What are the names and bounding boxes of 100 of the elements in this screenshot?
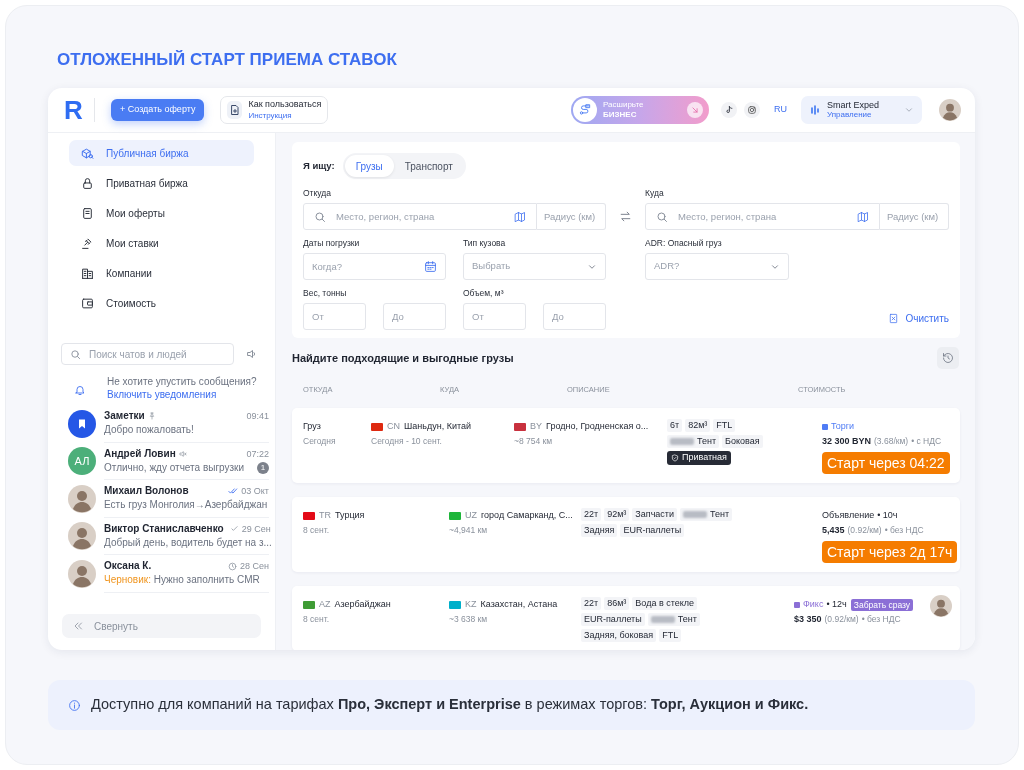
search-icon [70, 348, 81, 360]
spec-tag: Вода в стекле [632, 597, 697, 610]
gavel-icon [81, 236, 94, 250]
bell-icon [74, 384, 86, 396]
chat-item[interactable]: АЛ Андрей Ловин 07:22 Отлично, жду отчета выгрузки 1 [48, 442, 275, 480]
history-icon [942, 352, 954, 364]
date-input[interactable]: Когда? [312, 254, 424, 279]
language-link[interactable]: RU [774, 103, 787, 117]
chat-preview: Отлично, жду отчета выгрузки [104, 460, 246, 475]
avatar-icon [68, 484, 96, 513]
start-countdown: Старт через 04:22 [822, 452, 950, 474]
document-icon [228, 104, 241, 116]
chat-name: Оксана К. [104, 559, 152, 574]
trade-mode: Торги [831, 420, 855, 433]
clear-button[interactable]: Очистить [888, 311, 949, 326]
volume-to-input[interactable]: До [543, 303, 606, 330]
weight-to-input[interactable]: До [383, 303, 446, 330]
chat-search-field[interactable]: Поиск чатов и людей [61, 343, 234, 365]
chat-time: 03 Окт [241, 485, 269, 499]
chat-preview: Черновик: Нужно заполнить CMR [104, 573, 261, 588]
nav-item[interactable]: Мои ставки [69, 230, 254, 256]
mode-tab[interactable]: Транспорт [393, 155, 464, 177]
account-name: Smart Exped [827, 100, 881, 110]
create-offer-button[interactable]: + Создать оферту [111, 99, 205, 121]
weight-from-input[interactable]: От [303, 303, 366, 330]
nav-item[interactable]: Стоимость [69, 290, 254, 316]
bookmark-icon [76, 417, 88, 430]
country-code: AZ [319, 598, 331, 611]
cargo-label: Груз [303, 420, 322, 433]
enable-notifications-link[interactable]: Включить уведомления [107, 388, 257, 401]
cargo-card[interactable]: Груз Сегодня CN Шаньдун, Китай Сегодня - 10 сент. BY Гродно, Гродненская о... ~8 754 км 6т 82м³ FTL Тент Боковая Приватная Торги 32 300 BYN (3.68/км) • с НДС Старт через 04:22 [292, 408, 960, 483]
speaker-icon [246, 348, 258, 360]
location-field[interactable]: Место, регион, страна [645, 203, 880, 230]
chevron-down-icon [904, 105, 914, 115]
arrow-icon [690, 105, 700, 115]
country-code: BY [530, 420, 542, 433]
spec-tag: 22т [581, 597, 602, 610]
chat-search-input[interactable]: Поиск чатов и людей [89, 346, 225, 362]
vat-note: • без НДС [861, 613, 901, 626]
cargo-card[interactable]: AZ Азербайджан 8 сент. KZ Казахстан, Астана ~3 638 км 22т 86м³ Вода в стекле EUR-паллеты Тент Задняя, боковая FTL Фикс • 12ч Забрать сразу $3 350 (0.92/км) • без НДС [292, 586, 960, 650]
map-icon [857, 210, 869, 223]
help-card[interactable]: Как пользоваться Инструкция [220, 96, 329, 124]
mode-tab[interactable]: Грузы [344, 155, 394, 177]
private-badge: Приватная [667, 451, 731, 465]
date-field[interactable]: Когда? [303, 253, 446, 280]
spec-tag: Боковая [722, 435, 763, 448]
building-icon [81, 266, 94, 280]
avatar-icon [939, 99, 961, 121]
vehicle-tag: Тент [647, 613, 700, 626]
account-switcher[interactable]: Smart Exped Управление [801, 96, 922, 124]
location-input[interactable]: Место, регион, страна [336, 204, 504, 229]
double-chevron-left-icon [72, 620, 84, 632]
field-label: Куда [645, 187, 665, 200]
chat-preview: Есть груз Монголия→Азербайджан [104, 498, 269, 513]
spec-tag: EUR-паллеты [620, 524, 685, 537]
place-detail: ~3 638 км [449, 613, 489, 626]
chat-item[interactable]: Михаил Волонов 03 Окт Есть груз Монголия→Азербайджан [48, 480, 275, 518]
boxes-icon [81, 146, 94, 160]
country-code: KZ [465, 598, 477, 611]
nav-item[interactable]: Публичная биржа [69, 140, 254, 166]
avatar-icon [68, 522, 96, 551]
chat-time: 29 Сен [241, 522, 271, 536]
help-title: Как пользоваться [248, 99, 322, 110]
nav-item[interactable]: Компании [69, 260, 254, 286]
price-amount: $3 350 [794, 613, 822, 626]
buy-now-badge[interactable]: Забрать сразу [850, 598, 914, 611]
spec-tag: 82м³ [685, 419, 711, 432]
instruction-link[interactable]: Инструкция [248, 110, 322, 121]
radius-field[interactable]: Радиус (км) [537, 203, 606, 230]
chat-item[interactable]: Заметки 09:41 Добро пожаловать! [48, 405, 275, 443]
camera-icon [747, 105, 757, 115]
chat-item[interactable]: Оксана К. 28 Сен Черновик: Нужно заполнить CMR [48, 555, 275, 593]
nav-item[interactable]: Приватная биржа [69, 170, 254, 196]
search-icon [314, 210, 326, 223]
place-name: Турция [335, 509, 365, 522]
calendar-icon [424, 260, 437, 273]
chat-item[interactable]: Виктор Станиславченко 29 Сен Добрый день, водитель будет на з... [48, 517, 275, 555]
history-button[interactable] [937, 347, 959, 369]
chat-time: 28 Сен [240, 560, 269, 574]
chat-name: Заметки [104, 409, 145, 424]
promo-subtitle: БИЗНЕС [603, 110, 638, 120]
location-input[interactable]: Место, регион, страна [678, 204, 847, 229]
cargo-card[interactable]: TR Турция 8 сент. UZ город Самарканд, С... ~4,941 км 22т 92м³ Запчасти Тент Задняя EUR-паллеты Объявление • 10ч 5,435 (0.92/км) • без НДС Старт через 2д 17ч [292, 497, 960, 572]
nav-item[interactable]: Мои оферты [69, 200, 254, 226]
route-icon [578, 103, 592, 117]
spec-tag: FTL [659, 629, 682, 642]
vat-note: • с НДС [911, 435, 942, 448]
volume-from-input[interactable]: От [463, 303, 526, 330]
location-field[interactable]: Место, регион, страна [303, 203, 537, 230]
note-icon [724, 105, 734, 115]
chat-preview: Добро пожаловать! [104, 423, 195, 438]
field-label: Тип кузова [463, 237, 507, 250]
chat-time: 07:22 [246, 447, 269, 461]
availability-note: Доступно для компаний на тарифах Про, Эксперт и Enterprise в режимах торгов: Торг, Аукцион и Фикс. [91, 695, 809, 715]
start-countdown: Старт через 2д 17ч [822, 541, 958, 563]
map-icon [514, 210, 526, 223]
place-detail: 8 сент. [303, 613, 331, 626]
radius-field[interactable]: Радиус (км) [880, 203, 949, 230]
spec-tag: Запчасти [632, 508, 677, 521]
chat-time: 09:41 [246, 410, 269, 424]
